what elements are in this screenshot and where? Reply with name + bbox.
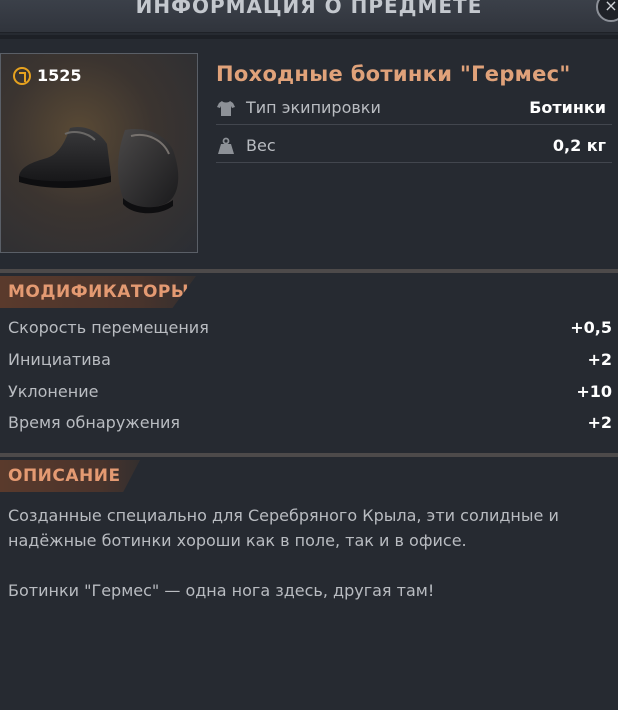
description-text: Созданные специально для Серебряного Кры… bbox=[8, 503, 608, 553]
modifier-row: Уклонение +10 bbox=[8, 378, 612, 406]
stat-row-weight: Вес 0,2 кг bbox=[216, 132, 612, 163]
modifier-row: Инициатива +2 bbox=[8, 346, 612, 374]
shirt-icon bbox=[217, 101, 235, 116]
item-image-frame: 1525 bbox=[0, 53, 198, 253]
stat-label: Тип экипировки bbox=[246, 98, 381, 117]
stat-label: Вес bbox=[246, 136, 276, 155]
description-quote: Ботинки "Гермес" — одна нога здесь, друг… bbox=[8, 581, 435, 600]
close-icon: × bbox=[604, 0, 618, 15]
modifier-value: +10 bbox=[576, 382, 612, 401]
section-divider bbox=[0, 269, 618, 273]
modifier-label: Уклонение bbox=[8, 382, 99, 401]
description-line: Созданные специально для Серебряного Кры… bbox=[8, 506, 559, 525]
stat-value: 0,2 кг bbox=[552, 136, 606, 155]
modifier-row: Скорость перемещения +0,5 bbox=[8, 314, 612, 342]
header-separator bbox=[0, 35, 618, 39]
modifier-value: +0,5 bbox=[570, 318, 612, 337]
modifier-label: Инициатива bbox=[8, 350, 111, 369]
modifier-label: Скорость перемещения bbox=[8, 318, 209, 337]
item-name: Походные ботинки "Гермес" bbox=[216, 62, 571, 86]
modifier-label: Время обнаружения bbox=[8, 413, 181, 432]
description-title: ОПИСАНИЕ bbox=[8, 466, 121, 486]
modifiers-title: МОДИФИКАТОРЫ bbox=[8, 282, 189, 302]
section-divider bbox=[0, 453, 618, 457]
item-price: 1525 bbox=[13, 66, 82, 85]
close-button[interactable]: × bbox=[596, 0, 618, 22]
window-titlebar: ИНФОРМАЦИЯ О ПРЕДМЕТЕ × bbox=[0, 0, 618, 33]
modifier-value: +2 bbox=[587, 350, 612, 369]
window-title: ИНФОРМАЦИЯ О ПРЕДМЕТЕ bbox=[135, 0, 483, 18]
price-value: 1525 bbox=[37, 66, 82, 85]
weight-icon bbox=[218, 137, 234, 154]
stat-row-equipment-type: Тип экипировки Ботинки bbox=[216, 94, 612, 125]
description-header: ОПИСАНИЕ bbox=[0, 460, 140, 492]
modifier-row: Время обнаружения +2 bbox=[8, 409, 612, 437]
modifier-value: +2 bbox=[587, 413, 612, 432]
stat-value: Ботинки bbox=[529, 98, 606, 117]
coin-icon bbox=[13, 66, 31, 85]
modifiers-header: МОДИФИКАТОРЫ bbox=[0, 276, 196, 308]
description-line: надёжные ботинки хороши как в поле, так … bbox=[8, 531, 467, 550]
boots-image bbox=[19, 126, 179, 214]
